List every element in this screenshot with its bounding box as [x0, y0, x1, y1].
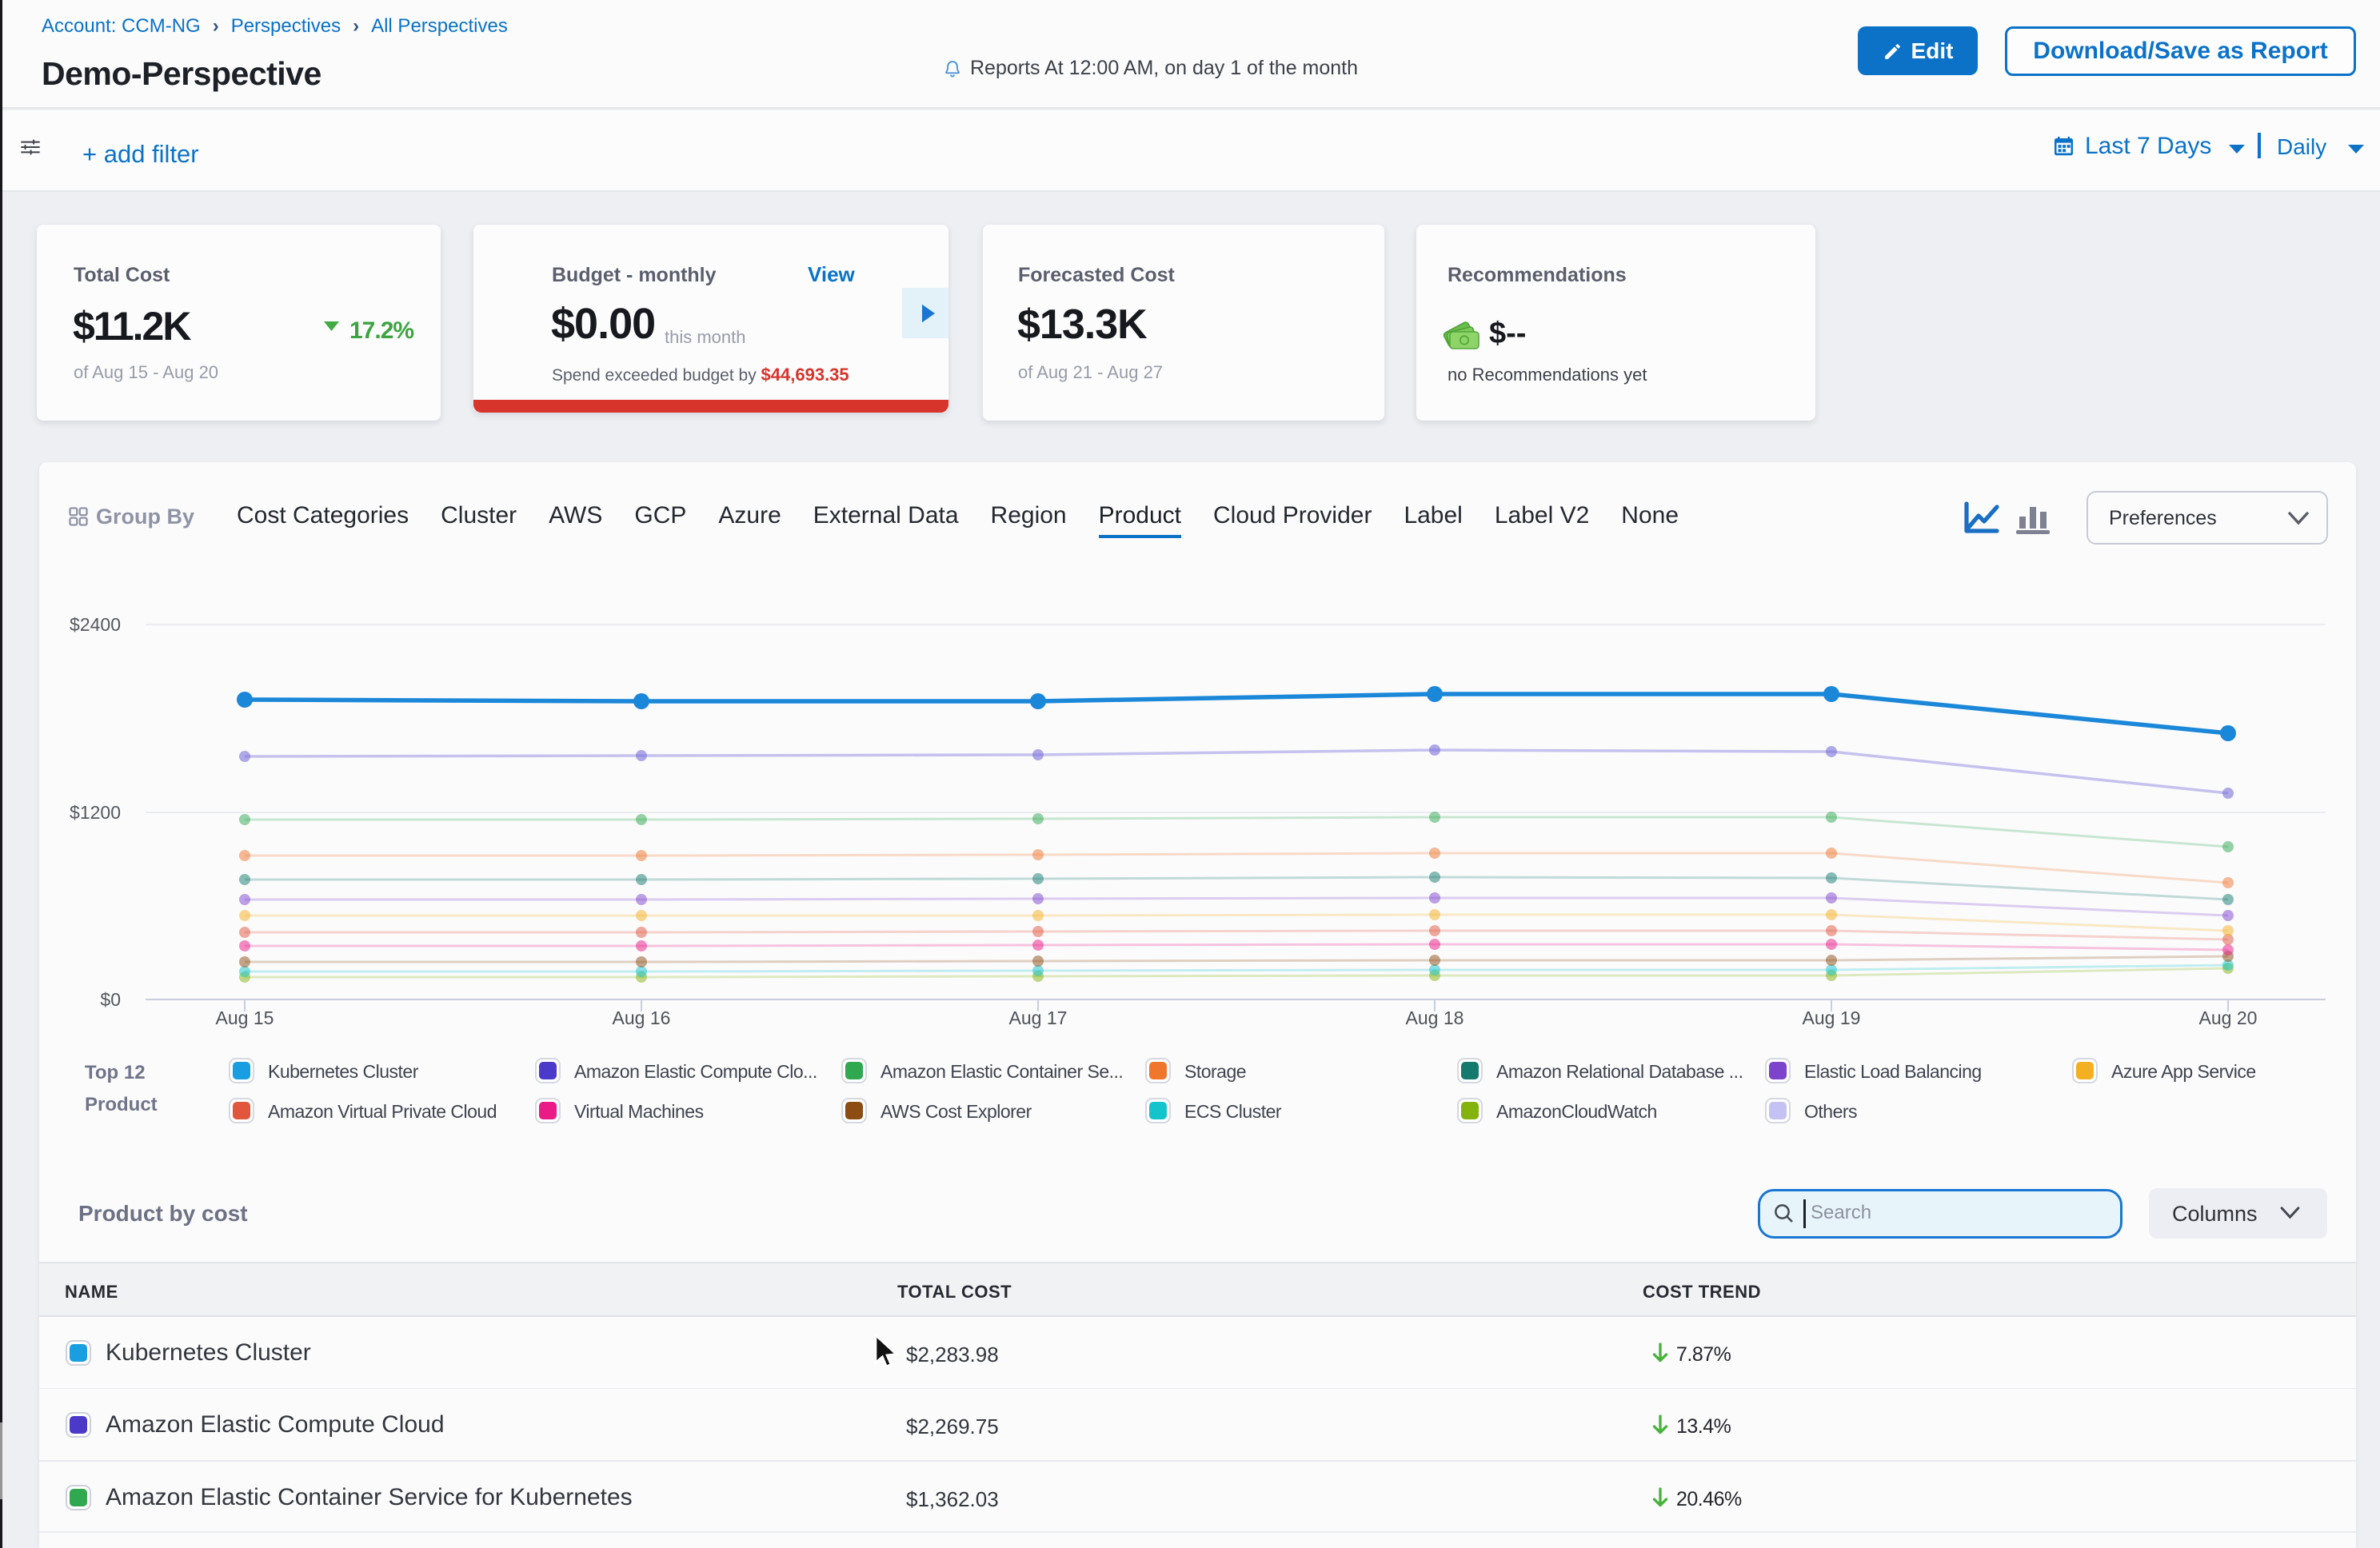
svg-text:Aug 16: Aug 16 [613, 1007, 671, 1028]
svg-text:Aug 19: Aug 19 [1803, 1007, 1861, 1028]
svg-text:Aug 20: Aug 20 [2199, 1007, 2258, 1028]
svg-text:Aug 15: Aug 15 [216, 1007, 274, 1028]
svg-text:$0: $0 [100, 989, 121, 1010]
svg-text:Aug 18: Aug 18 [1406, 1007, 1464, 1028]
svg-text:$1200: $1200 [70, 802, 121, 823]
svg-text:Aug 17: Aug 17 [1009, 1007, 1068, 1028]
svg-text:$2400: $2400 [70, 614, 121, 635]
